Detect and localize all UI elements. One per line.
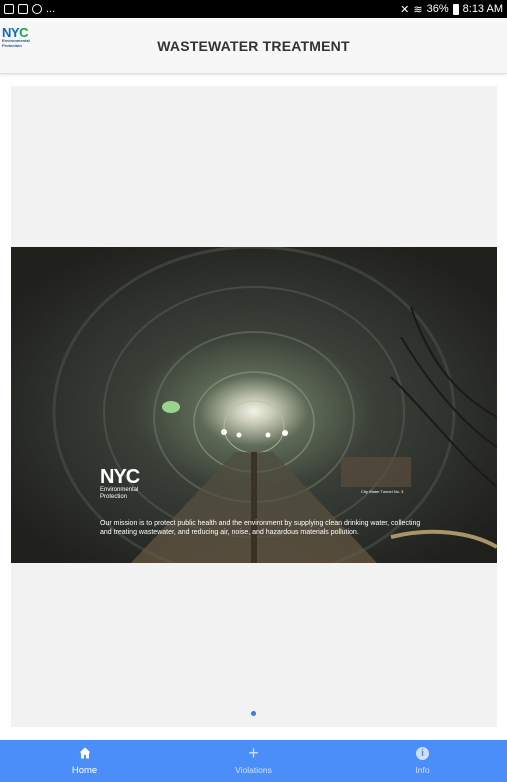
page-title: WASTEWATER TREATMENT <box>157 38 350 54</box>
slide-logo-subtitle-1: Environmental <box>100 487 139 493</box>
slide-logo-subtitle-2: Protection <box>100 494 128 500</box>
status-more: ... <box>46 3 56 15</box>
info-icon: i <box>416 747 429 760</box>
tab-info-label: Info <box>415 765 430 775</box>
image-carousel[interactable]: NYC Environmental Protection City Water … <box>11 86 497 727</box>
status-right: ✕ ≋ 36% 8:13 AM <box>400 3 503 16</box>
tab-home[interactable]: Home <box>0 740 169 782</box>
slide-logo-text: NYC <box>100 466 140 488</box>
app-header: NYC Environmental Protection WASTEWATER … <box>0 18 507 74</box>
status-bar: ... ✕ ≋ 36% 8:13 AM <box>0 0 507 18</box>
mail-icon <box>18 4 28 14</box>
gallery-icon <box>4 4 14 14</box>
tab-bar: Home + Violations i Info <box>0 740 507 782</box>
clock: 8:13 AM <box>462 3 503 15</box>
plus-icon: + <box>248 743 259 763</box>
tab-violations-label: Violations <box>235 765 272 775</box>
slide-logo: NYC Environmental Protection <box>100 466 140 501</box>
home-icon <box>79 747 91 760</box>
mission-caption: Our mission is to protect public health … <box>100 520 421 536</box>
photo-credit: City Water Tunnel No. 3 <box>361 489 404 494</box>
wifi-icon: ≋ <box>413 3 423 16</box>
page-indicator-dot[interactable] <box>251 711 256 716</box>
carousel-slide[interactable]: NYC Environmental Protection City Water … <box>11 247 497 563</box>
tunnel-photo <box>11 247 497 563</box>
status-left: ... <box>4 3 55 15</box>
tab-info[interactable]: i Info <box>338 740 507 782</box>
tab-violations[interactable]: + Violations <box>169 740 338 782</box>
tab-home-label: Home <box>71 764 98 776</box>
mute-icon: ✕ <box>400 3 410 16</box>
battery-icon <box>452 3 459 15</box>
sync-icon <box>32 4 42 14</box>
battery-level: 36% <box>426 3 449 15</box>
